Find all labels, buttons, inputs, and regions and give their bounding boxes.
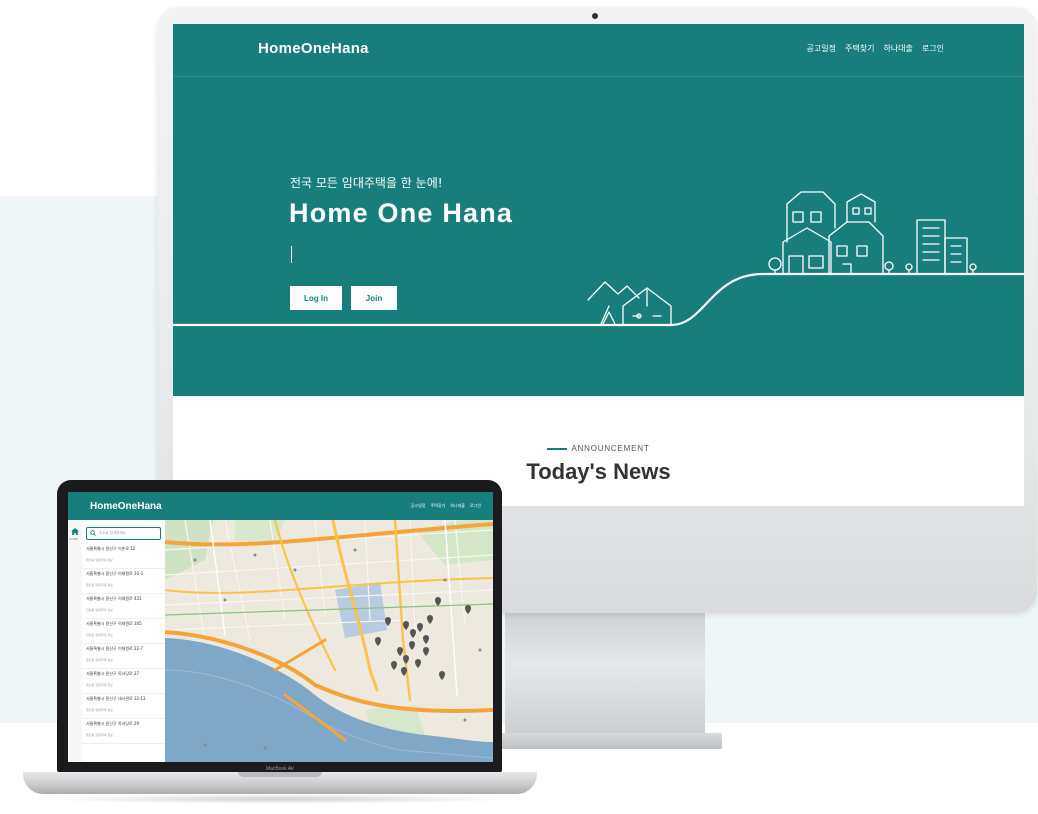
nav-item-schedule[interactable]: 공고일정	[807, 43, 836, 54]
typing-cursor	[291, 246, 292, 263]
nav-item-login[interactable]: 로그인	[922, 43, 944, 54]
home-icon[interactable]	[71, 528, 79, 535]
list-item[interactable]: 서울특별시 용산구 이촌로 12 행신동 임대주택 정보	[82, 544, 165, 569]
list-item-subtitle: 한남동 임대주택 정보	[86, 608, 113, 612]
map-view[interactable]	[165, 520, 493, 762]
list-item[interactable]: 서울특별시 용산구 독서당로 27 행신동 임대주택 정보	[82, 669, 165, 694]
laptop-nav-item-find-house[interactable]: 주택찾기	[430, 503, 445, 509]
top-navigation: HomeOneHana 공고일정 주택찾기 하나대출 로그인	[173, 24, 1024, 77]
laptop-nav-item-loan[interactable]: 하나대출	[450, 503, 465, 509]
camera-icon	[592, 13, 598, 19]
list-item-subtitle: 행신동 임대주택 정보	[86, 683, 113, 687]
list-item-title: 서울특별시 용산구 독서당로 27	[86, 671, 140, 676]
hero-title: Home One Hana	[289, 198, 514, 228]
list-item-title: 서울특별시 용산구 독서당로 29	[86, 721, 140, 726]
section-label: ANNOUNCEMENT	[173, 444, 1024, 453]
laptop-header: HomeOneHana 공고일정 주택찾기 하나대출 로그인	[68, 492, 493, 520]
listing-sidebar: 주소로 검색하세요 서울특별시 용산구 이촌로 12 행신동 임대주택 정보 서울…	[82, 520, 166, 762]
nav-item-find-house[interactable]: 주택찾기	[845, 43, 874, 54]
laptop-model-label: MacBook Air	[265, 766, 295, 772]
laptop-screen: HomeOneHana 공고일정 주택찾기 하나대출 로그인 HOME 주소로 …	[68, 492, 493, 762]
brand-logo[interactable]: HomeOneHana	[258, 40, 369, 57]
imac-stand	[505, 613, 705, 743]
list-item[interactable]: 서울특별시 용산구 이태원로 431 한남동 임대주택 정보	[82, 594, 165, 619]
list-item-title: 서울특별시 용산구 대사관로 32-13	[86, 696, 146, 701]
list-item-subtitle: 한남동 임대주택 정보	[86, 633, 113, 637]
list-item[interactable]: 서울특별시 용산구 독서당로 29 행신동 임대주택 정보	[82, 719, 165, 744]
search-placeholder: 주소로 검색하세요	[99, 531, 126, 535]
laptop-nav-item-login[interactable]: 로그인	[470, 503, 481, 509]
laptop-notch	[238, 772, 322, 777]
list-item-subtitle: 행신동 임대주택 정보	[86, 708, 113, 712]
list-item-title: 서울특별시 용산구 이태원로 10-3	[86, 571, 144, 576]
list-item[interactable]: 서울특별시 용산구 이태원로 345 한남동 임대주택 정보	[82, 619, 165, 644]
city-map-icon	[165, 520, 493, 762]
list-item-title: 서울특별시 용산구 이태원로 431	[86, 596, 142, 601]
login-button[interactable]: Log In	[290, 286, 342, 310]
section-label-text: ANNOUNCEMENT	[571, 444, 650, 453]
list-item[interactable]: 서울특별시 용산구 이태원로 22-7 행신동 임대주택 정보	[82, 644, 165, 669]
dash-icon	[547, 447, 568, 450]
hero-section: HomeOneHana 공고일정 주택찾기 하나대출 로그인 전국 모든 임대주…	[173, 24, 1024, 396]
imac-foot	[490, 733, 722, 749]
list-item-subtitle: 행신동 임대주택 정보	[86, 658, 113, 662]
rail-label: HOME	[69, 537, 79, 541]
list-item-title: 서울특별시 용산구 이태원로 22-7	[86, 646, 144, 651]
list-item[interactable]: 서울특별시 용산구 이태원로 10-3 행신동 임대주택 정보	[82, 569, 165, 594]
list-item-title: 서울특별시 용산구 이촌로 12	[86, 546, 136, 551]
side-rail: HOME	[68, 520, 83, 762]
nav-menu: 공고일정 주택찾기 하나대출 로그인	[807, 43, 944, 54]
laptop-nav-item-schedule[interactable]: 공고일정	[411, 503, 426, 509]
address-search-input[interactable]: 주소로 검색하세요	[86, 527, 161, 540]
imac-screen: HomeOneHana 공고일정 주택찾기 하나대출 로그인 전국 모든 임대주…	[173, 24, 1024, 506]
laptop-brand-logo[interactable]: HomeOneHana	[90, 501, 162, 512]
list-item-subtitle: 행신동 임대주택 정보	[86, 558, 113, 562]
laptop-shadow	[40, 794, 520, 804]
list-item-subtitle: 행신동 임대주택 정보	[86, 583, 113, 587]
nav-item-loan[interactable]: 하나대출	[883, 43, 912, 54]
search-icon	[90, 530, 96, 536]
list-item-title: 서울특별시 용산구 이태원로 345	[86, 621, 142, 626]
laptop-nav-menu: 공고일정 주택찾기 하나대출 로그인	[411, 503, 481, 509]
hero-subtitle: 전국 모든 임대주택을 한 눈에!	[290, 176, 443, 190]
listing-list: 서울특별시 용산구 이촌로 12 행신동 임대주택 정보 서울특별시 용산구 이태…	[82, 544, 165, 744]
list-item[interactable]: 서울특별시 용산구 대사관로 32-13 행신동 임대주택 정보	[82, 694, 165, 719]
list-item-subtitle: 행신동 임대주택 정보	[86, 733, 113, 737]
join-button[interactable]: Join	[351, 286, 397, 310]
